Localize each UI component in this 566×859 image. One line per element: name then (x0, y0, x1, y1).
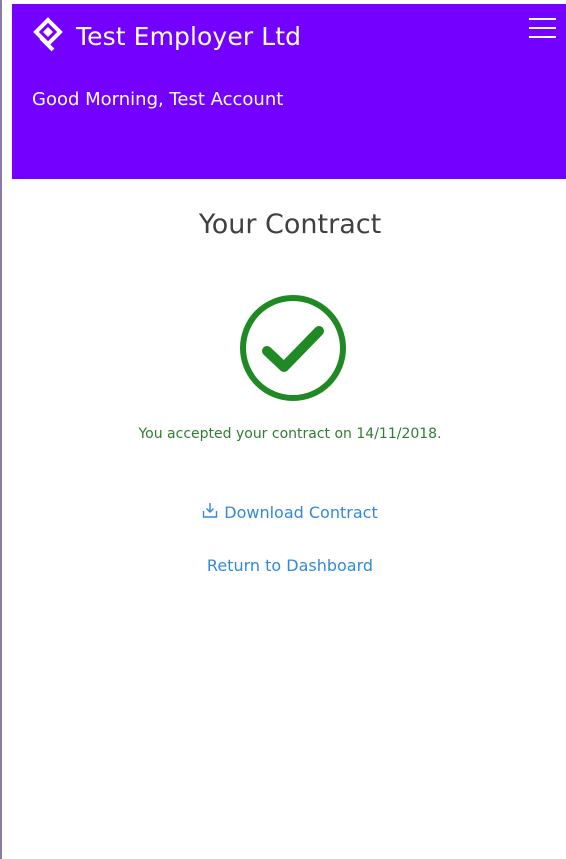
return-to-dashboard-link[interactable]: Return to Dashboard (12, 556, 566, 575)
acceptance-message: You accepted your contract on 14/11/2018… (138, 426, 442, 442)
company-name: Test Employer Ltd (76, 21, 302, 51)
greeting-text: Good Morning, Test Account (32, 89, 284, 110)
download-icon (202, 502, 218, 523)
page-title: Your Contract (198, 209, 382, 240)
page: Test Employer Ltd Good Morning, Test Acc… (0, 0, 566, 859)
hamburger-menu-icon[interactable] (529, 18, 556, 40)
diamond-logo-icon (32, 17, 64, 55)
check-circle-icon (239, 294, 347, 406)
app-header: Test Employer Ltd Good Morning, Test Acc… (12, 4, 566, 179)
download-contract-label: Download Contract (224, 503, 378, 522)
download-contract-link[interactable]: Download Contract (12, 502, 566, 523)
brand[interactable]: Test Employer Ltd (32, 17, 301, 55)
